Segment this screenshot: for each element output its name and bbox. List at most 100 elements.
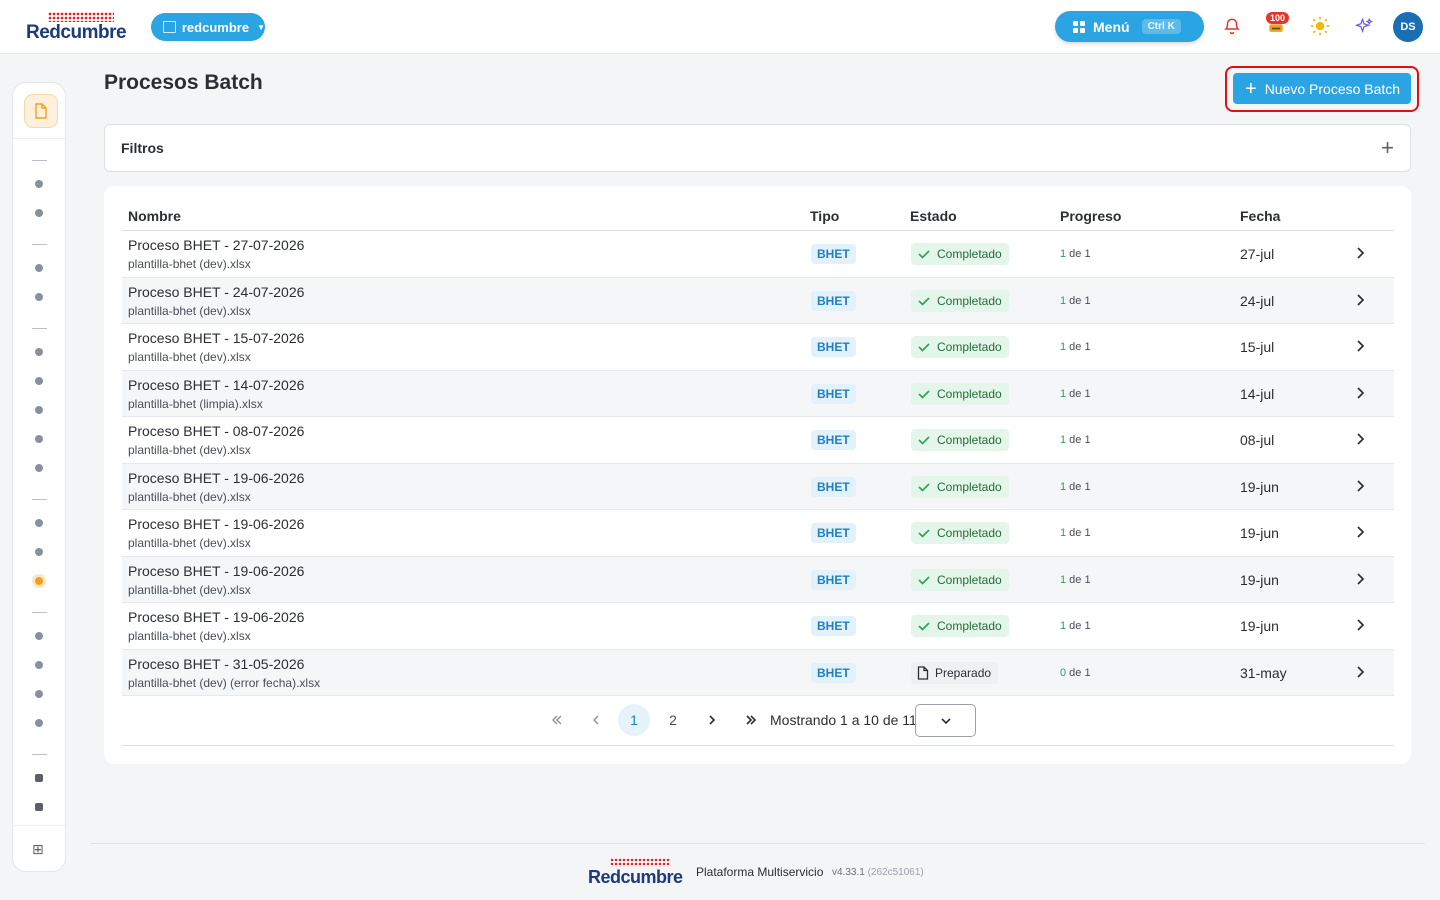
apps-grid-icon[interactable]: ⊞: [32, 841, 44, 858]
table-row[interactable]: Proceso BHET - 19-06-2026 plantilla-bhet …: [122, 463, 1394, 510]
footer-build: (262c51061): [867, 867, 924, 878]
footer-logo-dots: [610, 858, 670, 867]
chevron-right-icon[interactable]: [1350, 476, 1370, 496]
status-label: Completado: [937, 526, 1002, 540]
chevron-right-icon[interactable]: [1350, 522, 1370, 542]
chevron-right-icon[interactable]: [1350, 336, 1370, 356]
page-size-select[interactable]: [915, 704, 976, 737]
rail-item[interactable]: [35, 519, 43, 527]
table-row[interactable]: Proceso BHET - 08-07-2026 plantilla-bhet …: [122, 417, 1394, 464]
brand-logo[interactable]: Redcumbre: [26, 12, 136, 43]
column-header-progress[interactable]: Progreso: [1060, 208, 1121, 224]
rail-item[interactable]: [35, 180, 43, 188]
column-header-type[interactable]: Tipo: [810, 208, 839, 224]
column-header-date[interactable]: Fecha: [1240, 208, 1280, 224]
theme-sun-icon[interactable]: [1308, 14, 1332, 38]
table-row[interactable]: Proceso BHET - 15-07-2026 plantilla-bhet …: [122, 324, 1394, 371]
status-label: Preparado: [935, 665, 992, 680]
rail-item[interactable]: [35, 406, 43, 414]
process-file: plantilla-bhet (dev).xlsx: [128, 443, 251, 457]
pagination-info: Mostrando 1 a 10 de 11: [770, 712, 917, 728]
rail-divider: [13, 138, 65, 139]
rail-item[interactable]: [35, 209, 43, 217]
rail-item[interactable]: [35, 464, 43, 472]
type-badge: BHET: [811, 569, 856, 590]
column-header-status[interactable]: Estado: [910, 208, 957, 224]
footer-logo: Redcumbre: [588, 858, 688, 887]
rail-item[interactable]: [35, 348, 43, 356]
process-name: Proceso BHET - 24-07-2026: [128, 283, 305, 300]
previous-page-icon[interactable]: [580, 704, 612, 736]
table-row[interactable]: Proceso BHET - 24-07-2026 plantilla-bhet …: [122, 277, 1394, 324]
rail-item[interactable]: [35, 548, 43, 556]
type-badge: BHET: [811, 244, 856, 264]
chevron-right-icon[interactable]: [1350, 429, 1370, 449]
org-selector[interactable]: redcumbre ▼: [151, 13, 265, 41]
table-row[interactable]: Proceso BHET - 14-07-2026 plantilla-bhet …: [122, 370, 1394, 417]
process-date: 15-jul: [1240, 339, 1275, 355]
table-row[interactable]: Proceso BHET - 19-06-2026 plantilla-bhet …: [122, 603, 1394, 650]
rail-item[interactable]: [35, 377, 43, 385]
table-row[interactable]: Proceso BHET - 19-06-2026 plantilla-bhet …: [122, 556, 1394, 603]
pagination: 1 2 Mostrando 1 a 10 de 11: [122, 696, 1394, 746]
rail-item[interactable]: [35, 293, 43, 301]
table-row[interactable]: Proceso BHET - 19-06-2026 plantilla-bhet …: [122, 510, 1394, 557]
first-page-icon[interactable]: [541, 704, 573, 736]
expand-plus-icon[interactable]: +: [1381, 135, 1394, 161]
status-label: Completado: [937, 293, 1002, 308]
rail-item-active[interactable]: [35, 577, 43, 585]
notifications-bell-icon[interactable]: [1220, 14, 1244, 38]
rail-item[interactable]: [35, 632, 43, 640]
menu-label: Menú: [1093, 18, 1130, 35]
new-batch-process-button[interactable]: + Nuevo Proceso Batch: [1233, 73, 1411, 104]
status-badge: Completado: [911, 522, 1009, 544]
rail-item[interactable]: [35, 803, 43, 811]
rail-item[interactable]: [35, 264, 43, 272]
status-label: Completado: [937, 386, 1002, 401]
page-2-button[interactable]: 2: [657, 704, 689, 736]
table-row[interactable]: Proceso BHET - 31-05-2026 plantilla-bhet …: [122, 649, 1394, 696]
rail-item[interactable]: [35, 719, 43, 727]
process-file: plantilla-bhet (dev).xlsx: [128, 257, 251, 271]
chevron-right-icon[interactable]: [1350, 383, 1370, 403]
new-batch-process-label: Nuevo Proceso Batch: [1264, 80, 1401, 97]
column-header-name[interactable]: Nombre: [128, 208, 181, 224]
status-label: Completado: [937, 572, 1002, 587]
status-badge: Completado: [911, 615, 1009, 637]
progress-total: de 1: [1066, 620, 1091, 632]
check-icon: [918, 529, 930, 538]
status-badge: Completado: [911, 382, 1009, 405]
top-bar: Redcumbre redcumbre ▼ Menú Ctrl K 100 DS: [0, 0, 1440, 54]
chevron-right-icon[interactable]: [1350, 662, 1370, 682]
table-row[interactable]: Proceso BHET - 27-07-2026 plantilla-bhet …: [122, 231, 1394, 278]
chevron-down-icon: [940, 717, 951, 724]
process-name: Proceso BHET - 19-06-2026: [128, 609, 305, 625]
rail-item[interactable]: [35, 690, 43, 698]
rail-item-documents[interactable]: [24, 94, 58, 128]
rail-item[interactable]: [35, 435, 43, 443]
plus-icon: +: [1245, 77, 1257, 100]
footer-version-number: v4.33.1: [832, 867, 865, 878]
rail-item[interactable]: [35, 661, 43, 669]
progress-text: 1 de 1: [1060, 481, 1091, 493]
last-page-icon[interactable]: [735, 704, 767, 736]
chevron-right-icon[interactable]: [1350, 615, 1370, 635]
process-date: 31-may: [1240, 664, 1287, 681]
check-icon: [918, 575, 930, 585]
check-icon: [918, 389, 930, 399]
menu-button[interactable]: Menú Ctrl K: [1055, 11, 1204, 42]
process-name: Proceso BHET - 27-07-2026: [128, 237, 305, 253]
page-1-button[interactable]: 1: [618, 704, 650, 736]
ai-sparkle-icon[interactable]: [1352, 14, 1376, 38]
filters-panel[interactable]: Filtros +: [104, 124, 1411, 172]
chevron-right-icon[interactable]: [1350, 243, 1370, 263]
footer-version: v4.33.1 (262c51061): [832, 867, 924, 878]
progress-total: de 1: [1066, 666, 1091, 679]
rail-item[interactable]: [35, 774, 43, 782]
chevron-right-icon[interactable]: [1350, 569, 1370, 589]
user-avatar[interactable]: DS: [1393, 12, 1423, 42]
next-page-icon[interactable]: [696, 704, 728, 736]
chevron-right-icon[interactable]: [1350, 290, 1370, 310]
progress-text: 0 de 1: [1060, 667, 1091, 679]
check-icon: [918, 343, 930, 352]
